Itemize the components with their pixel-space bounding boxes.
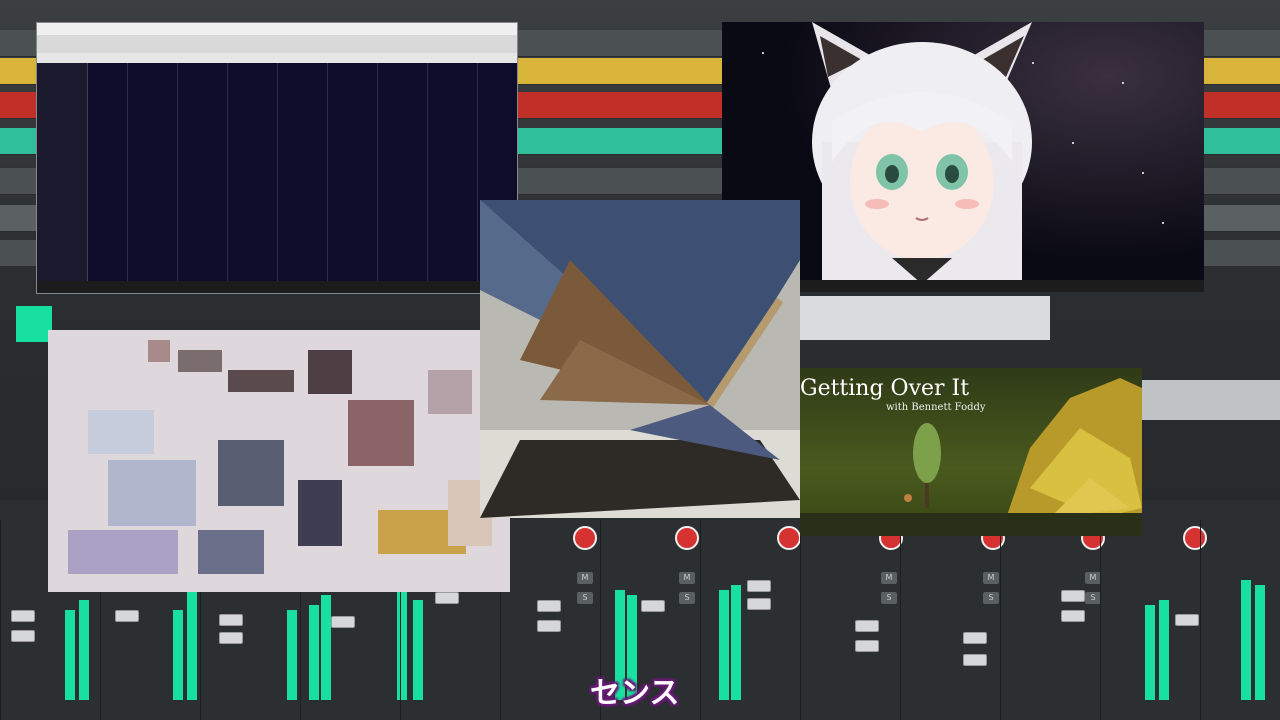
level-meter [719, 590, 729, 700]
mute-button[interactable]: M [983, 572, 999, 584]
record-button-icon[interactable] [777, 526, 801, 550]
mute-button[interactable]: M [881, 572, 897, 584]
channel-strip: M S [900, 520, 1005, 720]
solo-button[interactable]: S [983, 592, 999, 604]
channel-strip: M S [1000, 520, 1105, 720]
level-meter [65, 610, 75, 700]
grid-line [477, 63, 478, 293]
getting-over-it-screenshot: Getting Over It with Bennett Foddy [800, 368, 1142, 536]
solo-button[interactable]: S [577, 592, 593, 604]
channel-fader[interactable] [855, 620, 879, 632]
channel-fader[interactable] [855, 640, 879, 652]
level-meter [173, 610, 183, 700]
mute-button[interactable]: M [679, 572, 695, 584]
channel-fader[interactable] [641, 600, 665, 612]
channel-fader[interactable] [963, 654, 987, 666]
grid-line [327, 63, 328, 293]
mute-button[interactable]: M [1085, 572, 1101, 584]
channel-fader[interactable] [747, 580, 771, 592]
grid-line [427, 63, 428, 293]
channel-fader[interactable] [115, 610, 139, 622]
channel-fader[interactable] [219, 632, 243, 644]
track-list-panel [37, 63, 88, 293]
window-titlebar [37, 23, 517, 35]
game-subtitle: with Bennett Foddy [886, 402, 986, 413]
level-meter [413, 600, 423, 700]
level-meter [1255, 585, 1265, 700]
channel-fader[interactable] [1061, 610, 1085, 622]
grid-line [227, 63, 228, 293]
grid-line [177, 63, 178, 293]
taskbar [37, 281, 517, 293]
channel-fader[interactable] [435, 592, 459, 604]
channel-strip: M S [500, 520, 601, 720]
channel-fader[interactable] [11, 610, 35, 622]
channel-fader[interactable] [331, 616, 355, 628]
daw-editor-window [36, 22, 518, 294]
channel-strip [1200, 520, 1280, 720]
channel-fader[interactable] [747, 598, 771, 610]
channel-strip [1100, 520, 1207, 720]
daw-toolbar [37, 35, 517, 53]
level-meter [287, 610, 297, 700]
solo-button[interactable]: S [1085, 592, 1101, 604]
level-meter [187, 590, 197, 700]
record-button-icon[interactable] [573, 526, 597, 550]
level-meter [1145, 605, 1155, 700]
level-meter [309, 605, 319, 700]
channel-strip [700, 520, 801, 720]
solo-button[interactable]: S [679, 592, 695, 604]
level-meter [731, 585, 741, 700]
arrangement-clip [1140, 380, 1280, 420]
channel-fader[interactable] [1175, 614, 1199, 626]
video-subtitle: センス [590, 676, 680, 711]
mute-button[interactable]: M [577, 572, 593, 584]
meter-block [16, 306, 52, 342]
grid-line [277, 63, 278, 293]
channel-fader[interactable] [219, 614, 243, 626]
channel-fader[interactable] [11, 630, 35, 642]
fox-girl-avatar [812, 22, 1032, 284]
timeline-ruler [37, 53, 517, 63]
channel-fader[interactable] [537, 600, 561, 612]
arrangement-clip [800, 296, 1050, 340]
level-meter [1241, 580, 1251, 700]
level-meter [1159, 600, 1169, 700]
folding-fan-image [480, 200, 800, 518]
game-title: Getting Over It [800, 376, 970, 401]
pixelated-anime-image [48, 330, 510, 592]
channel-fader[interactable] [963, 632, 987, 644]
channel-fader[interactable] [1061, 590, 1085, 602]
record-button-icon[interactable] [675, 526, 699, 550]
level-meter [321, 595, 331, 700]
channel-strip: M S [800, 520, 903, 720]
grid-line [127, 63, 128, 293]
channel-fader[interactable] [537, 620, 561, 632]
grid-line [377, 63, 378, 293]
folding-fan-photo [480, 200, 800, 518]
solo-button[interactable]: S [881, 592, 897, 604]
level-meter [79, 600, 89, 700]
